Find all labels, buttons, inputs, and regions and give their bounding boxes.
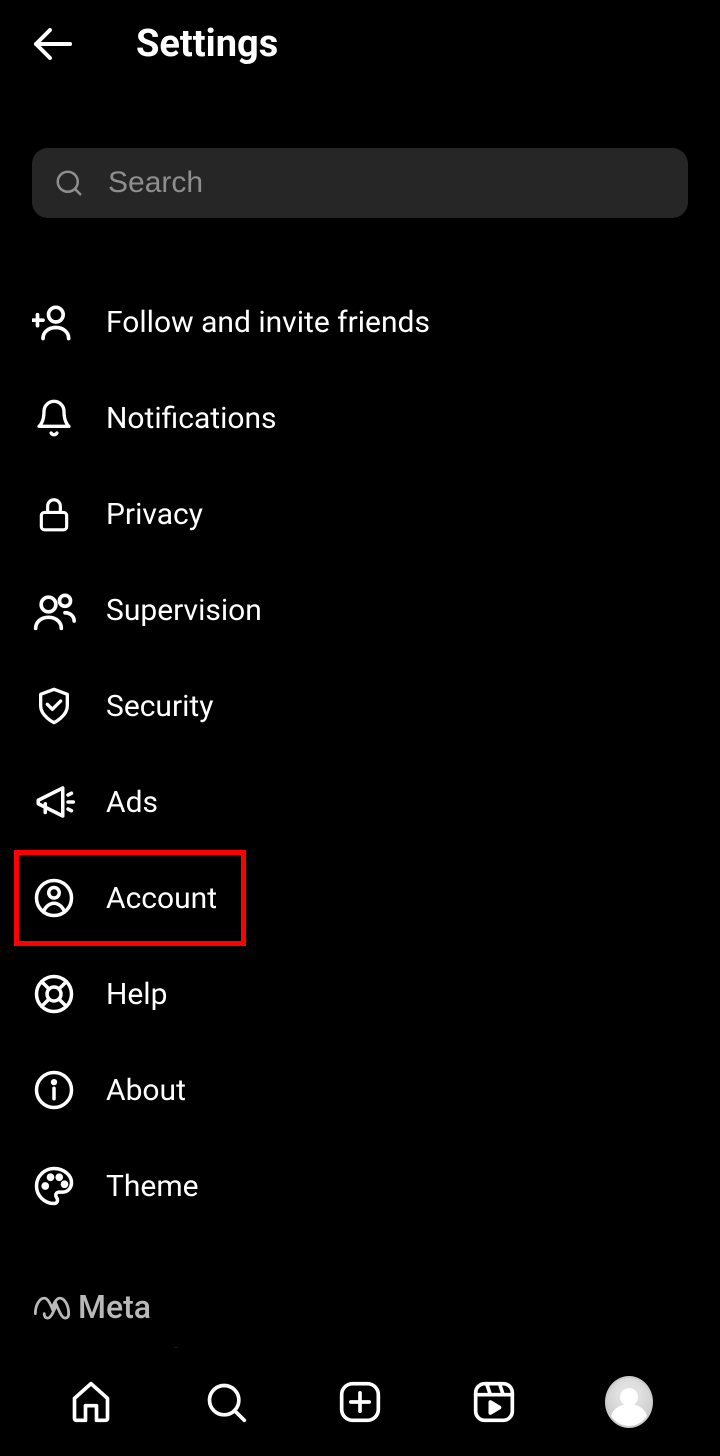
avatar-icon bbox=[605, 1376, 653, 1428]
arrow-left-icon bbox=[28, 20, 76, 68]
list-item-ads[interactable]: Ads bbox=[32, 754, 688, 850]
reels-icon bbox=[472, 1380, 516, 1424]
add-person-icon bbox=[32, 300, 76, 344]
people-icon bbox=[32, 588, 76, 632]
palette-icon bbox=[32, 1164, 76, 1208]
megaphone-icon bbox=[32, 780, 76, 824]
search-container[interactable] bbox=[32, 148, 688, 218]
list-item-theme[interactable]: Theme bbox=[32, 1138, 688, 1234]
list-item-label: Account bbox=[106, 881, 217, 916]
search-icon bbox=[204, 1380, 248, 1424]
lifebuoy-icon bbox=[32, 972, 76, 1016]
person-circle-icon bbox=[32, 876, 76, 920]
list-item-label: Follow and invite friends bbox=[106, 305, 430, 340]
meta-brand: Meta bbox=[32, 1288, 688, 1326]
bottom-navigation bbox=[0, 1348, 720, 1456]
search-icon bbox=[54, 168, 84, 198]
list-item-account[interactable]: Account bbox=[14, 850, 246, 946]
list-item-label: Privacy bbox=[106, 497, 203, 532]
list-item-label: Security bbox=[106, 689, 213, 724]
plus-square-icon bbox=[338, 1380, 382, 1424]
list-item-notifications[interactable]: Notifications bbox=[32, 370, 688, 466]
nav-create[interactable] bbox=[336, 1378, 384, 1426]
meta-brand-text: Meta bbox=[78, 1288, 151, 1326]
nav-profile[interactable] bbox=[605, 1378, 653, 1426]
lock-icon bbox=[32, 492, 76, 536]
nav-home[interactable] bbox=[67, 1378, 115, 1426]
list-item-about[interactable]: About bbox=[32, 1042, 688, 1138]
list-item-supervision[interactable]: Supervision bbox=[32, 562, 688, 658]
meta-icon bbox=[32, 1293, 72, 1321]
list-item-label: Help bbox=[106, 977, 167, 1012]
nav-search[interactable] bbox=[202, 1378, 250, 1426]
info-icon bbox=[32, 1068, 76, 1112]
shield-check-icon bbox=[32, 684, 76, 728]
list-item-label: About bbox=[106, 1073, 186, 1108]
list-item-label: Ads bbox=[106, 785, 158, 820]
page-title: Settings bbox=[136, 22, 278, 66]
list-item-label: Theme bbox=[106, 1169, 199, 1204]
list-item-help[interactable]: Help bbox=[32, 946, 688, 1042]
back-button[interactable] bbox=[28, 20, 76, 68]
list-item-label: Supervision bbox=[106, 593, 262, 628]
bell-icon bbox=[32, 396, 76, 440]
settings-list: Follow and invite friends Notifications … bbox=[0, 274, 720, 1234]
list-item-privacy[interactable]: Privacy bbox=[32, 466, 688, 562]
header: Settings bbox=[0, 0, 720, 88]
nav-reels[interactable] bbox=[470, 1378, 518, 1426]
list-item-security[interactable]: Security bbox=[32, 658, 688, 754]
list-item-follow-invite[interactable]: Follow and invite friends bbox=[32, 274, 688, 370]
search-input[interactable] bbox=[108, 166, 666, 200]
list-item-label: Notifications bbox=[106, 401, 277, 436]
home-icon bbox=[69, 1380, 113, 1424]
